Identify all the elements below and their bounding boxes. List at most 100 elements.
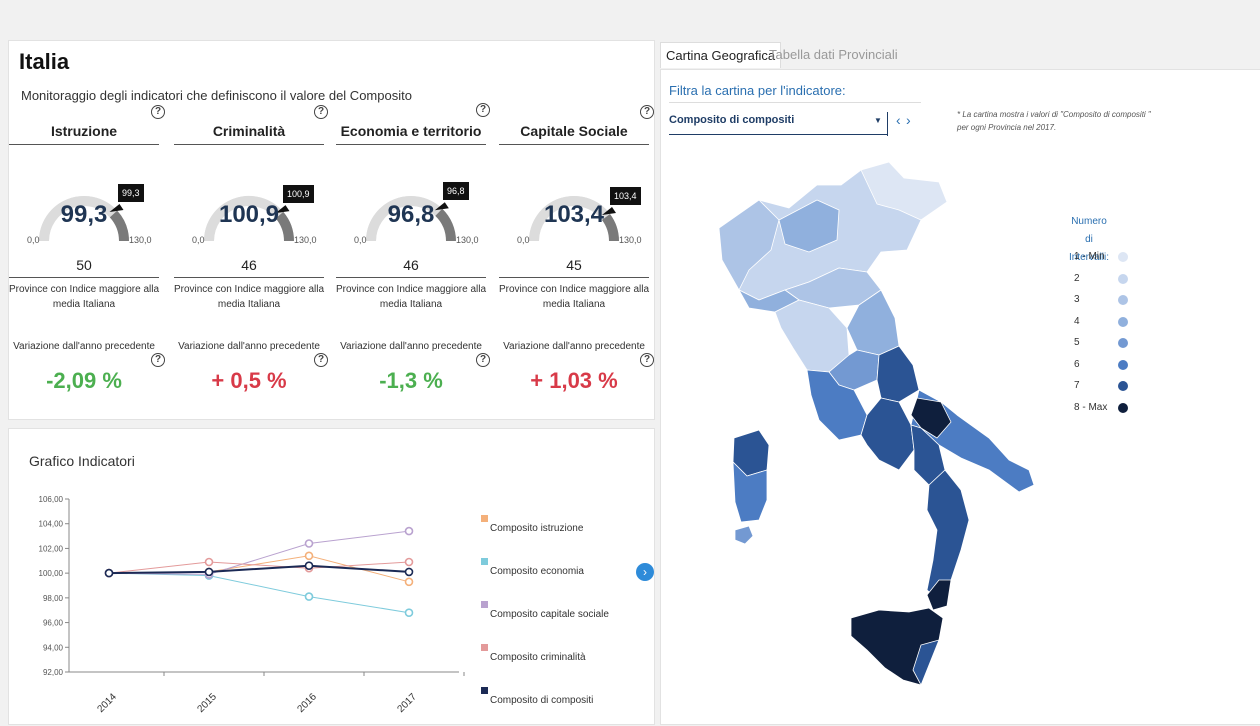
variation-value: + 0,5 %: [211, 368, 287, 393]
legend-interval-swatch: [1118, 381, 1128, 391]
prev-icon[interactable]: ‹: [896, 112, 901, 128]
map-note: * La cartina mostra i valori di "Composi…: [957, 110, 1151, 132]
gauge-min: 0,0: [517, 235, 530, 245]
help-icon[interactable]: ?: [476, 353, 490, 367]
series-point: [404, 526, 414, 536]
variation-value: -2,09 %: [46, 368, 122, 393]
gauge-value: 96,8: [387, 201, 435, 228]
series-point: [104, 568, 114, 578]
next-icon[interactable]: ›: [906, 112, 911, 128]
select-value: Composito di compositi: [669, 114, 795, 126]
legend-interval-swatch: [1118, 252, 1128, 262]
count-divider: [9, 277, 159, 278]
provinces-count: 46: [403, 257, 419, 273]
legend-interval-label: 8 - Max: [1074, 401, 1108, 413]
line-chart: 106,00 104,00 102,00 100,00 98,00 96,00 94,00 9…: [39, 495, 610, 715]
gauge-value: 100,9: [218, 201, 280, 228]
help-icon[interactable]: ?: [151, 105, 165, 119]
chevron-down-icon: ▼: [874, 116, 882, 125]
legend-label: Composito istruzione: [490, 523, 584, 534]
provinces-text: Province con Indice maggiore alla media …: [173, 284, 325, 310]
legend-title-line-1: Numero di: [1071, 216, 1107, 245]
legend-interval-label: 2: [1074, 272, 1080, 284]
gauge-max: 130,0: [619, 235, 642, 245]
legend-interval-swatch: [1118, 295, 1128, 305]
filter-underline: [669, 102, 921, 103]
legend-swatch: [481, 687, 488, 694]
series-line: [108, 564, 410, 575]
indicator-select[interactable]: Composito di compositi ▼: [669, 110, 887, 134]
help-icon[interactable]: ?: [476, 103, 490, 117]
series-point: [404, 557, 414, 567]
indicators-panel: Italia Monitoraggio degli indicatori che…: [8, 40, 655, 420]
y-tick-label: 94,00: [43, 643, 64, 652]
y-tick-label: 100,00: [39, 569, 64, 578]
provinces-text: Province con Indice maggiore alla media …: [498, 284, 650, 310]
gauge-value-flag: 96,8: [443, 182, 469, 200]
gauge-value-flag: 99,3: [118, 184, 144, 202]
series-line: [108, 572, 410, 614]
count-divider: [499, 277, 649, 278]
map-region-sardegna-sw: [734, 525, 754, 545]
variation-label: Variazione dall'anno precedente: [340, 341, 482, 352]
variation-label: Variazione dall'anno precedente: [13, 341, 155, 352]
gauge-max: 130,0: [456, 235, 479, 245]
chart-next-button[interactable]: ›: [636, 563, 654, 581]
gauge-value: 99,3: [60, 201, 108, 228]
series-point: [304, 561, 314, 570]
provinces-count: 45: [566, 257, 582, 273]
series-point: [304, 592, 314, 601]
italy-map: [718, 161, 1035, 686]
legend-interval-swatch: [1118, 273, 1128, 284]
count-divider: [336, 277, 486, 278]
map-panel: Filtra la cartina per l'indicatore: Comp…: [660, 69, 1260, 725]
select-divider: [887, 112, 888, 136]
legend-label: Composito economia: [490, 566, 584, 577]
series-point: [204, 557, 214, 567]
map-region-campania: [860, 397, 915, 471]
filter-label: Filtra la cartina per l'indicatore:: [669, 83, 846, 98]
variation-value: -1,3 %: [379, 368, 443, 393]
map-region-toscana: [774, 299, 850, 373]
gauge-min: 0,0: [192, 235, 205, 245]
legend-interval-label: 4: [1074, 315, 1080, 327]
legend-interval-label: 7: [1074, 380, 1080, 391]
variation-label: Variazione dall'anno precedente: [178, 341, 320, 352]
variation-label: Variazione dall'anno precedente: [503, 341, 645, 352]
series-point: [204, 567, 214, 577]
legend-interval-label: 5: [1074, 337, 1080, 348]
gauge-min: 0,0: [354, 235, 367, 245]
series-point: [404, 608, 414, 617]
series-point: [304, 551, 314, 561]
series-point: [404, 567, 414, 577]
legend-swatch: [481, 644, 488, 651]
help-icon[interactable]: ?: [151, 353, 165, 367]
y-tick-label: 106,00: [39, 495, 64, 504]
chart-panel: Grafico Indicatori 106,00 104,00 102,00 100…: [8, 428, 655, 725]
tab-cartina-geografica[interactable]: Cartina Geografica: [660, 42, 782, 68]
provinces-count: 50: [76, 257, 92, 273]
legend-interval-label: 1 - Min: [1074, 251, 1105, 262]
legend-label: Composito di compositi: [490, 695, 593, 706]
gauge-min: 0,0: [27, 235, 40, 245]
help-icon[interactable]: ?: [314, 105, 328, 119]
help-icon[interactable]: ?: [640, 353, 654, 367]
y-tick-label: 104,00: [39, 520, 64, 529]
count-divider: [174, 277, 324, 278]
help-icon[interactable]: ?: [640, 105, 654, 119]
legend-label: Composito criminalità: [490, 652, 586, 663]
tab-tabella-dati-provinciali[interactable]: Tabella dati Provinciali: [764, 42, 903, 68]
y-tick-label: 98,00: [43, 594, 64, 603]
legend-interval-label: 3: [1074, 294, 1080, 305]
gauge-value: 103,4: [543, 201, 605, 228]
variation-value: + 1,03 %: [530, 368, 618, 393]
x-tick-label: 2015: [195, 691, 219, 715]
legend-interval-swatch: [1118, 359, 1128, 370]
x-tick-label: 2016: [295, 691, 319, 715]
y-tick-label: 96,00: [43, 619, 64, 628]
series-point: [404, 577, 414, 587]
legend-interval-swatch: [1118, 316, 1128, 327]
series-point: [304, 539, 314, 548]
legend-swatch: [481, 558, 488, 565]
help-icon[interactable]: ?: [314, 353, 328, 367]
